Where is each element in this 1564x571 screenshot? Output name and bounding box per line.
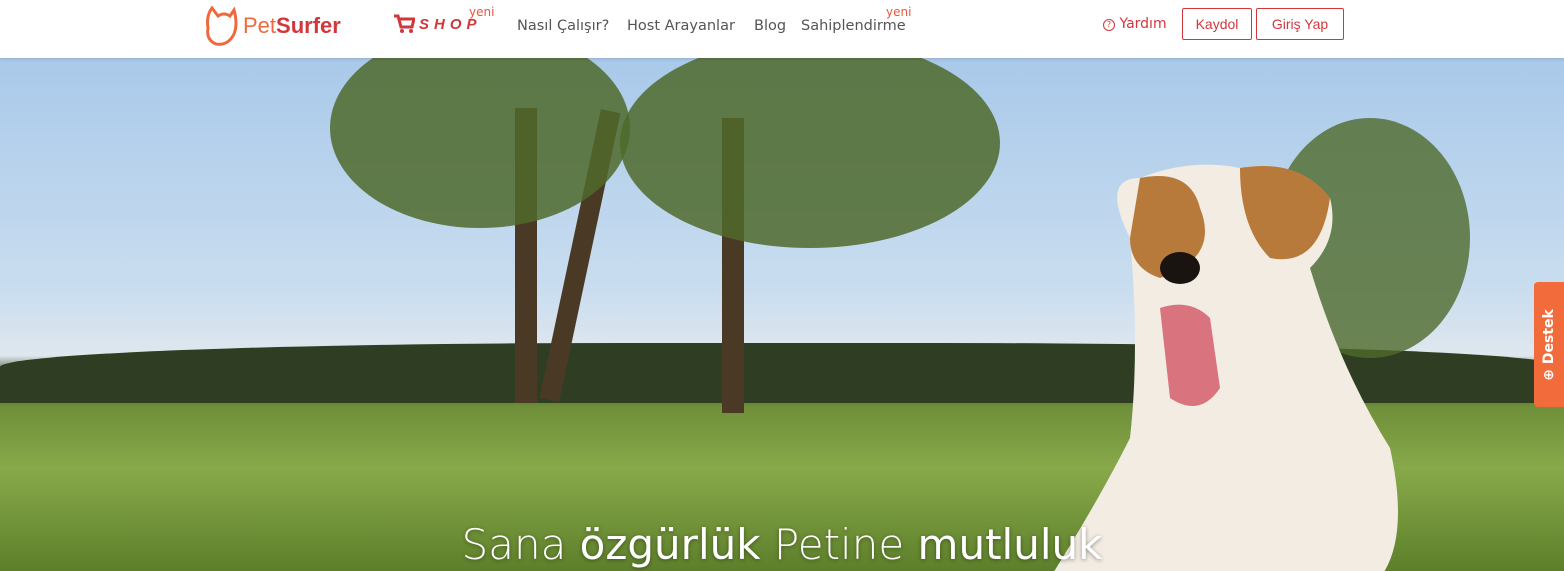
brand-part2: Surfer — [276, 13, 341, 38]
dog-image — [1054, 164, 1398, 571]
headline-part: Petine — [760, 520, 918, 569]
top-navbar: PetSurfer SHOP yeni Nasıl Çalışır? Host … — [0, 0, 1564, 58]
adoption-new-badge: yeni — [886, 5, 912, 19]
tree-canopy — [620, 58, 1000, 248]
support-label: Destek — [1541, 308, 1557, 364]
help-label: Yardım — [1119, 16, 1167, 32]
headline-part: Sana — [461, 520, 580, 569]
nav-host-seekers[interactable]: Host Arayanlar — [627, 18, 735, 34]
shop-new-badge: yeni — [469, 5, 495, 19]
nav-adoption[interactable]: Sahiplendirme — [801, 18, 906, 34]
brand-part1: Pet — [243, 13, 277, 38]
hero-banner: Sana özgürlük Petine mutluluk — [0, 58, 1564, 571]
nav-how-it-works[interactable]: Nasıl Çalışır? — [517, 18, 609, 34]
login-button[interactable]: Giriş Yap — [1256, 8, 1344, 40]
lifebuoy-icon: ⊕ — [1541, 368, 1557, 381]
signup-button[interactable]: Kaydol — [1182, 8, 1252, 40]
question-circle-icon: ? — [1103, 19, 1115, 31]
pet-logo-icon — [206, 5, 238, 46]
hero-headline: Sana özgürlük Petine mutluluk — [0, 520, 1564, 569]
cart-icon — [394, 14, 415, 33]
nav-blog[interactable]: Blog — [754, 18, 786, 34]
petsurfer-logo[interactable]: PetSurfer — [204, 4, 341, 48]
help-link[interactable]: ? Yardım — [1103, 16, 1167, 32]
headline-bold: mutluluk — [917, 520, 1103, 569]
support-tab[interactable]: ⊕ Destek — [1534, 282, 1564, 407]
headline-bold: özgürlük — [579, 520, 761, 569]
